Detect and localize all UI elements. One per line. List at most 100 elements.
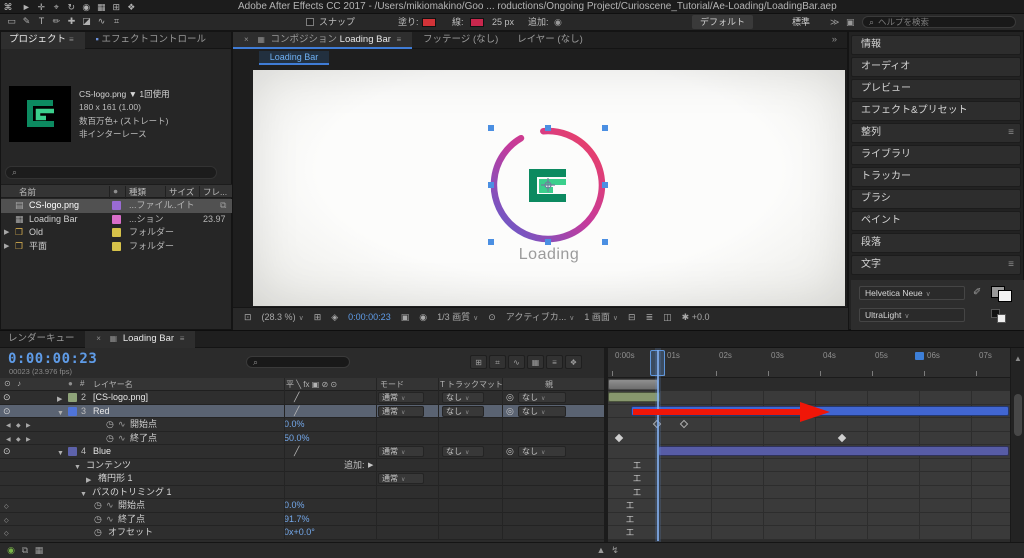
kf-next-icon[interactable]: ▶ bbox=[26, 435, 31, 446]
keyframe[interactable] bbox=[837, 433, 847, 442]
status-icon-2[interactable]: ▦ bbox=[32, 543, 46, 558]
font-style-dropdown[interactable]: UltraLight ∨ bbox=[859, 308, 965, 322]
resolution-dropdown[interactable]: 1/3 画質 ∨ bbox=[437, 308, 478, 328]
panel-menu-icon[interactable]: ≡ bbox=[180, 334, 185, 343]
timeline-row-オフセット[interactable]: ◇ ◷ オフセット 0x+0.0° bbox=[0, 526, 604, 540]
timeline-row-Blue[interactable]: ⊙ ▼ 4 Blue ╱ 通常 ∨ なし ∨ ◎ なし ∨ bbox=[0, 445, 604, 459]
trkmat-dropdown[interactable]: なし ∨ bbox=[442, 446, 484, 457]
time-ruler[interactable]: 0:00s 01s 02s 03s 04s 05s 06s 07s bbox=[608, 348, 1010, 378]
timeline-divider[interactable] bbox=[604, 348, 608, 543]
panel-menu-icon[interactable]: ≡ bbox=[1008, 124, 1014, 142]
tab-composition[interactable]: × ▦ コンポジション Loading Bar ≡ bbox=[233, 32, 413, 49]
switches-column[interactable]: 平 ╲ fx ▣ ⊘ ⊙ bbox=[286, 379, 337, 390]
composition-viewer[interactable]: Loading bbox=[253, 70, 845, 306]
tab-timeline-loading-bar[interactable]: × ▦ Loading Bar ≡ bbox=[85, 331, 196, 348]
mode-column[interactable]: モード bbox=[380, 379, 404, 390]
tab-render-queue[interactable]: レンダーキュー bbox=[0, 331, 83, 348]
work-area-bar[interactable] bbox=[608, 379, 659, 390]
kf-nav-icon[interactable]: ◇ bbox=[4, 502, 9, 513]
label-column-icon[interactable]: ● bbox=[68, 379, 73, 388]
layer-label-color[interactable] bbox=[68, 406, 77, 416]
project-row-3[interactable]: ▶ ❐ 平面 フォルダー bbox=[1, 240, 233, 254]
kf-toggle-icon[interactable]: ◆ bbox=[16, 435, 21, 446]
toolbar-tool-icon-0[interactable]: ▭ bbox=[4, 14, 19, 28]
stopwatch-icon[interactable]: ◷ bbox=[94, 514, 102, 525]
status-mid-icon-1[interactable]: ↯ bbox=[608, 543, 622, 558]
text-fill-swatch[interactable] bbox=[998, 290, 1012, 302]
timeline-row-終了点[interactable]: ◇ ◷ ∿ 終了点 91.7% bbox=[0, 512, 604, 526]
timeline-comp-button-2[interactable]: ∿ bbox=[508, 355, 525, 369]
status-icon-1[interactable]: ⧉ bbox=[18, 543, 32, 558]
mask-visibility-icon[interactable]: ◈ bbox=[331, 308, 338, 327]
add-button[interactable]: ▶ bbox=[368, 460, 373, 471]
parent-column[interactable]: 親 bbox=[545, 379, 553, 390]
property-value[interactable]: 0.0% bbox=[284, 500, 305, 511]
stopwatch-icon[interactable]: ◷ bbox=[106, 433, 114, 444]
column-size[interactable]: サイズ bbox=[169, 186, 194, 198]
mode-dropdown[interactable]: 通常 ∨ bbox=[378, 392, 424, 403]
exposure-control[interactable]: ✱ +0.0 bbox=[682, 308, 710, 327]
trkmat-dropdown[interactable]: なし ∨ bbox=[442, 405, 484, 417]
layer-quality-switch[interactable]: ╱ bbox=[294, 446, 299, 457]
timeline-row-Red[interactable]: ⊙ ▼ 3 Red ╱ 通常 ∨ なし ∨ ◎ なし ∨ bbox=[0, 404, 604, 419]
toolbar-tool-icon-3[interactable]: ✏ bbox=[49, 14, 64, 28]
composition-marker[interactable] bbox=[915, 352, 924, 360]
number-column[interactable]: # bbox=[80, 379, 84, 388]
help-search-input[interactable]: ⌕ ヘルプを検索 bbox=[862, 16, 1016, 28]
playhead-line[interactable] bbox=[657, 350, 659, 541]
magnification-icon[interactable]: ⊡ bbox=[244, 308, 252, 327]
timeline-scrollbar[interactable]: ▲ bbox=[1010, 348, 1024, 543]
add-shape-icon[interactable]: ◉ bbox=[554, 14, 562, 30]
close-icon[interactable]: × bbox=[244, 35, 249, 44]
mode-dropdown[interactable]: 通常 ∨ bbox=[378, 473, 424, 484]
status-mid-icon-0[interactable]: ▲ bbox=[594, 543, 608, 558]
panel-header-10[interactable]: 文字 ≡ bbox=[851, 255, 1021, 275]
timeline-zoom-icon[interactable]: ▲ bbox=[1014, 354, 1022, 363]
viewer-tab-loading-bar[interactable]: Loading Bar bbox=[259, 51, 329, 65]
timeline-current-time[interactable]: 0:00:00:23 bbox=[8, 351, 97, 367]
trkmat-dropdown[interactable]: なし ∨ bbox=[442, 392, 484, 403]
property-value[interactable]: 91.7% bbox=[284, 514, 310, 525]
workspace-button-1[interactable]: 標準 bbox=[784, 15, 818, 29]
column-type[interactable]: 種類 bbox=[129, 186, 146, 198]
layer-quality-switch[interactable]: ╱ bbox=[294, 406, 299, 417]
menubar-tool-icon-6[interactable]: ⊞ bbox=[109, 0, 124, 14]
toolbar-tool-icon-6[interactable]: ∿ bbox=[94, 14, 109, 28]
timeline-row-コンテンツ[interactable]: ▼ コンテンツ 追加: ▶ bbox=[0, 458, 604, 472]
graph-icon[interactable]: ∿ bbox=[118, 419, 126, 430]
parent-pickwhip-icon[interactable]: ◎ bbox=[506, 446, 514, 457]
timeline-row-パスのトリミング 1[interactable]: ▼ パスのトリミング 1 bbox=[0, 485, 604, 499]
tab-layer[interactable]: レイヤー (なし) bbox=[509, 32, 591, 49]
menubar-tool-icon-7[interactable]: ❖ bbox=[124, 0, 139, 14]
eye-icon[interactable]: ⊙ bbox=[3, 446, 11, 457]
property-value[interactable]: 0.0% bbox=[284, 419, 305, 430]
small-swatch-light[interactable] bbox=[997, 314, 1006, 323]
twirl-icon[interactable]: ▶ bbox=[4, 227, 9, 238]
fill-swatch[interactable] bbox=[422, 18, 436, 27]
timeline-row-開始点[interactable]: ◇ ◷ ∿ 開始点 0.0% bbox=[0, 499, 604, 513]
project-row-1[interactable]: ▦ Loading Bar ...ション 23.97 bbox=[1, 213, 233, 227]
font-family-dropdown[interactable]: Helvetica Neue ∨ bbox=[859, 286, 965, 300]
menubar-tool-icon-4[interactable]: ◉ bbox=[79, 0, 94, 14]
panel-header-2[interactable]: プレビュー bbox=[851, 79, 1021, 99]
panel-header-7[interactable]: ブラシ bbox=[851, 189, 1021, 209]
layer-name-column[interactable]: レイヤー名 bbox=[93, 379, 133, 390]
parent-pickwhip-icon[interactable]: ◎ bbox=[506, 406, 514, 417]
apple-menu-icon[interactable]: ⌘ bbox=[0, 0, 16, 14]
mode-dropdown[interactable]: 通常 ∨ bbox=[378, 446, 424, 457]
toolbar-tool-icon-2[interactable]: T bbox=[34, 14, 49, 28]
twirl-icon[interactable]: ▶ bbox=[86, 475, 91, 486]
twirl-icon[interactable]: ▼ bbox=[57, 408, 64, 419]
timeline-row-終了点[interactable]: ◀ ◆ ▶ ◷ ∿ 終了点 50.0% bbox=[0, 431, 604, 446]
timeline-button-icon[interactable]: ◫ bbox=[663, 308, 672, 327]
column-name[interactable]: 名前 bbox=[19, 186, 36, 198]
stopwatch-icon[interactable]: ◷ bbox=[106, 419, 114, 430]
panel-header-8[interactable]: ペイント bbox=[851, 211, 1021, 231]
graph-icon[interactable]: ∿ bbox=[106, 514, 114, 525]
layer-label-color[interactable] bbox=[68, 393, 77, 402]
trkmat-column[interactable]: T トラックマット bbox=[440, 379, 503, 390]
stroke-width-value[interactable]: 25 px bbox=[492, 14, 514, 30]
show-channel-icon[interactable]: ◉ bbox=[419, 308, 427, 327]
panel-header-6[interactable]: トラッカー bbox=[851, 167, 1021, 187]
snapshot-icon[interactable]: ▣ bbox=[401, 308, 410, 327]
